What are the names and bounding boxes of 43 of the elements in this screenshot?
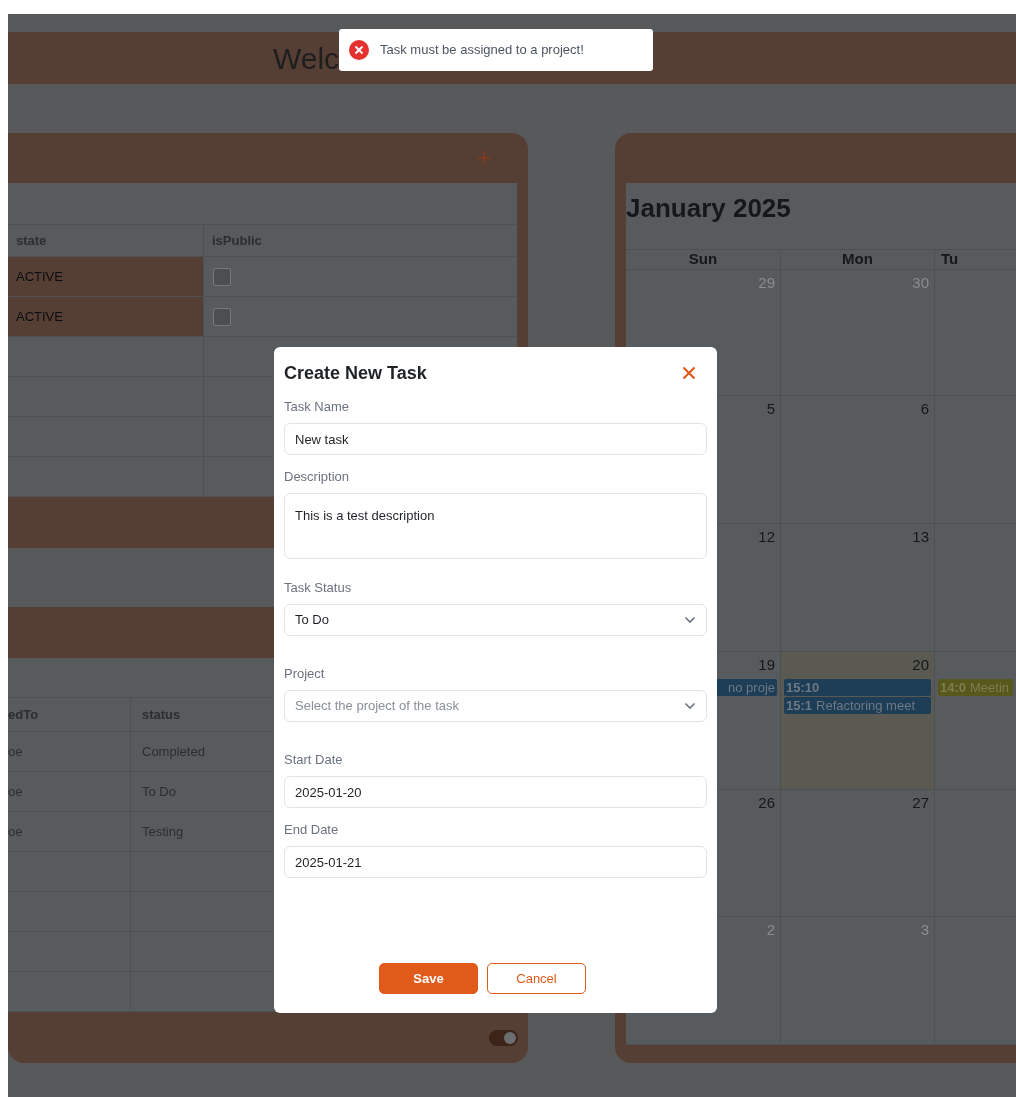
field-label: Project [284,666,326,682]
day-number[interactable]: 26 [758,792,775,815]
toast-message: Task must be assigned to a project! [380,41,584,60]
field-label: Start Date [284,752,344,768]
day-number[interactable]: 27 [912,792,929,815]
error-icon [349,40,369,60]
checkbox[interactable] [213,267,231,286]
table-cell: ACTIVE [8,257,204,296]
close-icon [682,366,696,380]
today-cell[interactable]: 20 15:10 15:1 Refactoring meet [781,652,935,789]
plus-icon[interactable] [476,150,492,166]
save-button[interactable]: Save [379,963,478,994]
select-field[interactable]: To Do [284,604,707,636]
weekday-label: Tu [941,249,959,270]
calendar-event[interactable]: no proje [716,679,777,696]
weekday-label: Mon [842,249,873,270]
page-title: Welc [273,40,340,77]
cancel-button[interactable]: Cancel [487,963,586,994]
field-label: Description [284,469,351,485]
dialog-title: Create New Task [284,361,427,385]
input-field[interactable]: New task [284,423,707,455]
checkbox[interactable] [213,307,231,326]
field-label: Task Status [284,580,353,596]
date-field[interactable]: 2025-01-21 [284,846,707,878]
toggle-switch[interactable] [489,1029,518,1046]
description-field[interactable]: This is a test description [284,493,707,559]
field-label: Task Name [284,399,351,415]
chevron-down-icon [684,616,696,624]
field-label: End Date [284,822,340,838]
day-number[interactable]: 5 [766,398,775,421]
day-number[interactable]: 20 [912,654,929,677]
day-number[interactable]: 6 [920,398,929,421]
calendar-title: January 2025 [626,192,791,225]
weekday-label: Sun [688,249,718,270]
day-number[interactable]: 19 [758,654,775,677]
day-number[interactable]: 13 [912,526,929,549]
chevron-down-icon [684,702,696,710]
day-number[interactable]: 12 [758,526,775,549]
table-cell: ACTIVE [8,297,204,336]
select-field[interactable]: Select the project of the task [284,690,707,722]
date-field[interactable]: 2025-01-20 [284,776,707,808]
calendar-event[interactable]: 15:10 [784,679,931,696]
calendar-event[interactable]: 15:1 Refactoring meet [784,697,931,714]
